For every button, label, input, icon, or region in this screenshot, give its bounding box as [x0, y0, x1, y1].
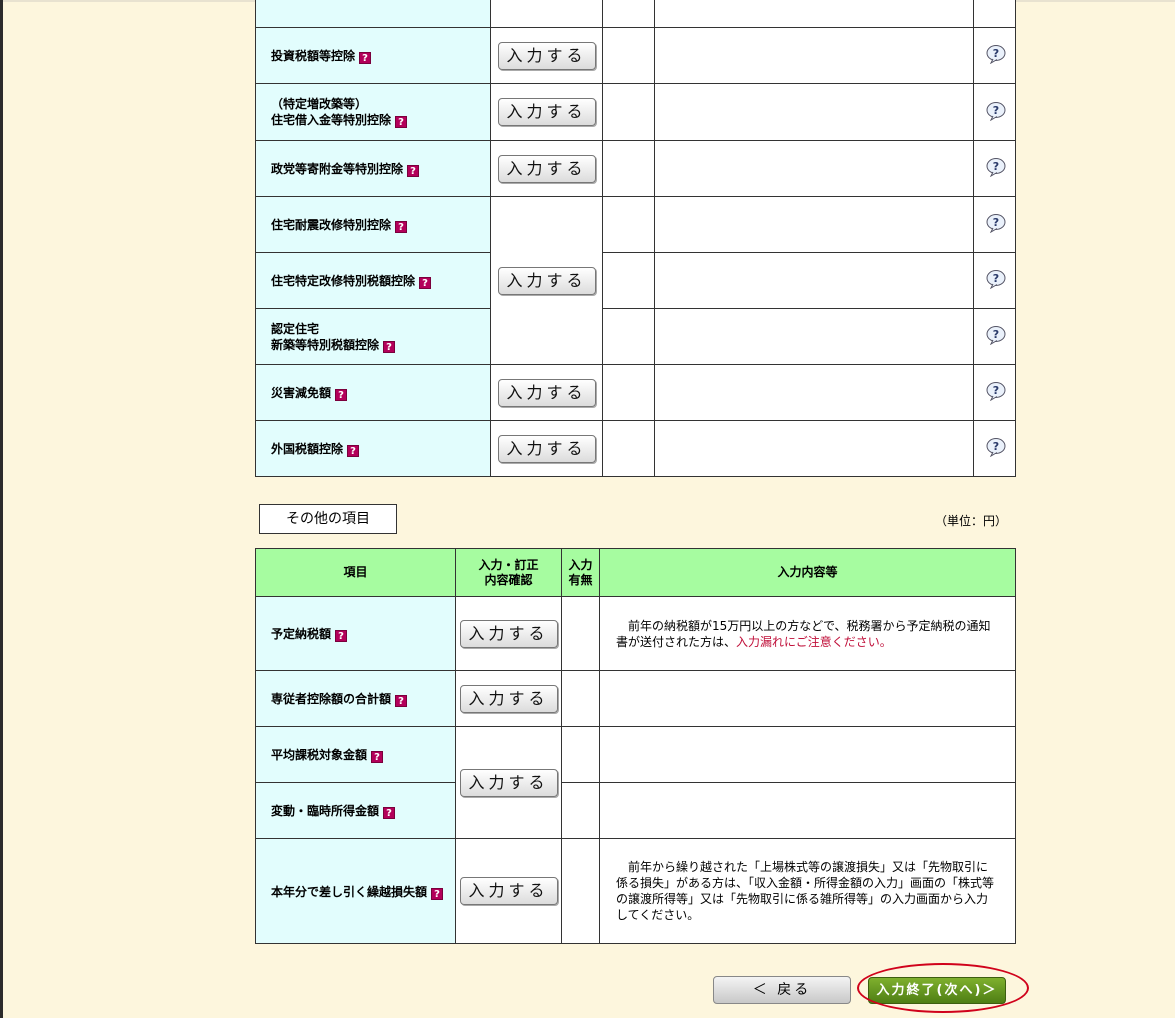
help-icon[interactable]: ? [371, 751, 384, 763]
table-row: 専従者控除額の合計額? 入力する [255, 670, 1016, 727]
input-button[interactable]: 入力する [497, 266, 596, 295]
row-label: 専従者控除額の合計額? [255, 670, 456, 727]
table-row: 予定納税額? 入力する 前年の納税額が15万円以上の方などで、税務署から予定納税… [255, 596, 1016, 671]
row-label: 予定納税額? [255, 596, 456, 671]
content-cell [654, 27, 974, 84]
help-icon[interactable]: ? [395, 220, 408, 233]
input-button[interactable]: 入力する [459, 684, 558, 713]
row-label: 政党等寄附金等特別控除? [255, 140, 491, 197]
svg-text:?: ? [992, 272, 998, 285]
input-button[interactable]: 入力する [497, 41, 596, 70]
help-icon[interactable]: ? [383, 807, 396, 819]
table-row: 住宅耐震改修特別控除? 入力する ? [255, 196, 1016, 365]
svg-text:?: ? [992, 47, 998, 60]
row-label: 外国税額控除? [255, 420, 491, 477]
finish-input-next-button[interactable]: 入力終了(次へ)＞ [868, 977, 1006, 1004]
header-item: 項目 [255, 548, 456, 597]
help-bubble-icon[interactable]: ? [985, 101, 1005, 121]
help-bubble-icon[interactable]: ? [985, 213, 1005, 234]
input-button[interactable]: 入力する [459, 877, 558, 905]
row-label: 投資税額等控除? [255, 27, 491, 84]
row-label-cut: ? [255, 0, 491, 28]
row-note: 前年の納税額が15万円以上の方などで、税務署から予定納税の通知書が送付された方は… [599, 596, 1016, 671]
row-label: 変動・臨時所得金額? [255, 782, 456, 839]
row-label: 本年分で差し引く繰越損失額? [255, 838, 456, 944]
row-note: 前年から繰り越された「上場株式等の譲渡損失」又は「先物取引に係る損失」がある方は… [599, 838, 1016, 944]
help-icon[interactable]: ? [383, 340, 396, 353]
help-icon[interactable]: ? [335, 630, 348, 642]
help-bubble-icon[interactable]: ? [985, 381, 1005, 402]
table-row: 変動・臨時所得金額? [255, 782, 1016, 839]
table-row: 政党等寄附金等特別控除? 入力する ? [255, 140, 1016, 197]
input-button[interactable]: 入力する [497, 154, 596, 183]
table-row: 災害減免額? 入力する ? [255, 364, 1016, 421]
help-bubble-icon[interactable]: ? [985, 44, 1005, 65]
warning-text: 入力漏れにご注意ください。 [736, 634, 892, 649]
help-icon[interactable]: ? [395, 116, 408, 128]
table-row: （特定増改築等） 住宅借入金等特別控除? 入力する ? [255, 83, 1016, 141]
status-cell [602, 27, 655, 84]
table-row: 外国税額控除? 入力する ? [255, 420, 1016, 477]
help-icon[interactable]: ? [407, 164, 420, 177]
input-button[interactable]: 入力する [459, 768, 558, 797]
table-row: 投資税額等控除? 入力する ? [255, 27, 1016, 84]
help-icon[interactable]: ? [431, 887, 444, 900]
svg-text:?: ? [992, 384, 998, 397]
help-icon[interactable]: ? [359, 51, 372, 64]
svg-text:?: ? [992, 104, 998, 117]
input-button[interactable]: 入力する [497, 378, 596, 407]
unit-label: （単位：円） [935, 514, 1008, 528]
help-icon[interactable]: ? [347, 444, 360, 457]
help-icon[interactable]: ? [395, 695, 408, 707]
svg-text:?: ? [992, 328, 998, 341]
help-bubble-icon[interactable]: ? [985, 325, 1005, 346]
table-row: 認定住宅 新築等特別税額控除? ? [255, 308, 1016, 365]
svg-text:?: ? [992, 160, 998, 173]
header-row: 項目 入力・訂正 内容確認 入力 有無 入力内容等 [255, 548, 1016, 597]
window-edge [0, 0, 3, 1018]
input-button[interactable]: 入力する [497, 434, 596, 463]
row-label: 住宅耐震改修特別控除? [255, 196, 491, 253]
input-button[interactable]: 入力する [497, 98, 596, 126]
header-details: 入力内容等 [599, 548, 1016, 597]
back-button[interactable]: ＜ 戻る [713, 976, 851, 1004]
table-row: ? [255, 0, 1016, 28]
header-status: 入力 有無 [561, 548, 600, 597]
help-icon[interactable]: ? [419, 276, 432, 289]
help-bubble-icon[interactable]: ? [985, 437, 1005, 458]
help-icon[interactable]: ? [335, 388, 348, 401]
header-confirm: 入力・訂正 内容確認 [455, 548, 562, 597]
other-items-heading: その他の項目 [259, 504, 397, 534]
svg-text:?: ? [992, 440, 998, 453]
row-label: （特定増改築等） 住宅借入金等特別控除? [255, 83, 491, 141]
svg-text:?: ? [992, 216, 998, 229]
help-bubble-icon[interactable]: ? [985, 157, 1005, 178]
table-row: 平均課税対象金額? 入力する [255, 726, 1016, 839]
other-items-table: 項目 入力・訂正 内容確認 入力 有無 入力内容等 予定納税額? 入力する 前年… [255, 548, 1016, 944]
row-label: 住宅特定改修特別税額控除? [255, 252, 491, 309]
row-label: 認定住宅 新築等特別税額控除? [255, 308, 491, 365]
input-button[interactable]: 入力する [459, 619, 558, 648]
tax-credit-table: ? 投資税額等控除? 入力する ? （特定増改築等） 住宅借入金等特別控除? 入… [255, 0, 1016, 477]
row-label: 災害減免額? [255, 364, 491, 421]
table-row: 住宅特定改修特別税額控除? ? [255, 252, 1016, 309]
row-label: 平均課税対象金額? [255, 726, 456, 783]
help-bubble-icon[interactable]: ? [985, 269, 1005, 290]
table-row: 本年分で差し引く繰越損失額? 入力する 前年から繰り越された「上場株式等の譲渡損… [255, 838, 1016, 944]
